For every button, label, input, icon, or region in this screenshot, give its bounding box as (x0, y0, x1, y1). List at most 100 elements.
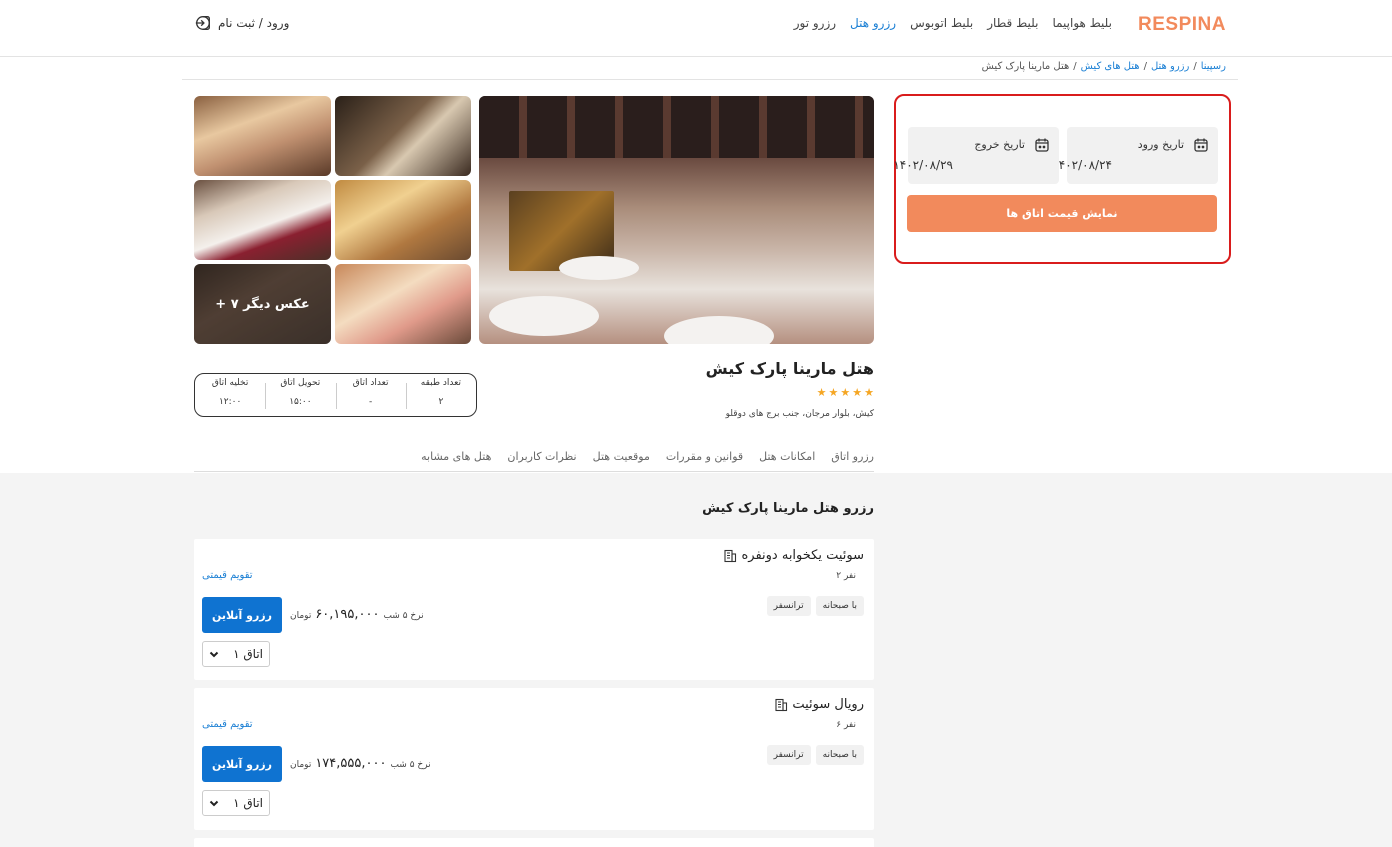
checkin-label: تاریخ ورود (1137, 138, 1184, 151)
checkin-value: ۱۴۰۲/۰۸/۲۴ (1052, 158, 1112, 172)
hotel-photo-thumbnail[interactable] (194, 96, 331, 176)
room-name-label: سوئیت یکخوابه دونفره (741, 548, 864, 563)
building-icon (724, 549, 737, 562)
price-unit: تومان (290, 611, 312, 621)
room-price: نرخ ۵ شب ۱۷۴,۵۵۵,۰۰۰ تومان (290, 756, 431, 771)
room-capacity: ۲ نفر (836, 571, 856, 581)
info-value: ۲ (438, 397, 444, 407)
tab-similar-hotels[interactable]: هتل های مشابه (421, 450, 491, 463)
info-checkout-time: تخلیه اتاق ۱۲:۰۰ (195, 374, 265, 416)
divider (182, 79, 1238, 80)
hotel-photo-thumbnail[interactable] (194, 180, 331, 260)
breadcrumb: رسپینا / رزرو هتل / هتل های کیش / هتل ما… (982, 61, 1226, 72)
price-prefix: نرخ ۵ شب (383, 611, 424, 621)
divider (194, 471, 874, 472)
info-value: ۱۲:۰۰ (218, 397, 242, 407)
room-tag: ترانسفر (766, 596, 811, 616)
room-card: سوئیت یکخوابه دونفره ۲ نفر با صبحانه ترا… (194, 539, 874, 680)
star-icon: ★ (852, 386, 863, 399)
more-photos-label: + ۷ عکس دیگر (194, 264, 331, 344)
hotel-address: کیش، بلوار مرجان، جنب برج های دوقلو (725, 409, 874, 419)
chevron-down-icon (209, 651, 219, 658)
price-prefix: نرخ ۵ شب (390, 760, 431, 770)
price-calendar-link[interactable]: تقویم قیمتی (202, 719, 253, 730)
room-tag: با صبحانه (815, 596, 864, 616)
hotel-title: هتل مارینا پارک کیش (705, 359, 874, 378)
room-name: رویال سوئیت (774, 697, 864, 712)
info-rooms: تعداد اتاق - (335, 374, 406, 416)
checkout-label: تاریخ خروج (974, 138, 1025, 151)
nav-item-flight[interactable]: بلیط هواپیما (1052, 16, 1112, 30)
info-key: تعداد طبقه (420, 378, 461, 388)
room-tag: با صبحانه (815, 745, 864, 765)
room-count-value: ۱ اتاق (233, 796, 263, 810)
calendar-icon (1194, 138, 1208, 152)
login-label: ورود / ثبت نام (218, 16, 290, 30)
breadcrumb-current: هتل مارینا پارک کیش (981, 61, 1070, 72)
chevron-down-icon (209, 800, 219, 807)
star-icon: ★ (828, 386, 839, 399)
breadcrumb-separator: / (1073, 61, 1077, 72)
room-tags: با صبحانه ترانسفر (766, 745, 864, 765)
room-count-value: ۱ اتاق (233, 647, 263, 661)
book-online-button[interactable]: رزرو آنلاین (202, 746, 282, 782)
nav-item-train[interactable]: بلیط قطار (987, 16, 1038, 30)
nav-item-hotel[interactable]: رزرو هتل (850, 16, 896, 30)
more-photos-tile[interactable]: + ۷ عکس دیگر (194, 264, 331, 344)
hotel-star-rating: ★ ★ ★ ★ ★ (817, 386, 874, 399)
breadcrumb-separator: / (1193, 61, 1197, 72)
room-price: نرخ ۵ شب ۶۰,۱۹۵,۰۰۰ تومان (290, 607, 424, 622)
hotel-info-box: تعداد طبقه ۲ تعداد اتاق - تحویل اتاق ۱۵:… (194, 373, 477, 417)
room-name: سوئیت یکخوابه دونفره (723, 548, 864, 563)
tab-facilities[interactable]: امکانات هتل (759, 450, 815, 463)
room-capacity: ۶ نفر (836, 720, 856, 730)
hotel-tabs: رزرو اتاق امکانات هتل قوانین و مقررات مو… (421, 450, 874, 463)
star-icon: ★ (864, 386, 874, 399)
site-header: RESPINA بلیط هواپیما بلیط قطار بلیط اتوب… (0, 0, 1392, 57)
info-value: ۱۵:۰۰ (289, 397, 312, 407)
tab-rules[interactable]: قوانین و مقررات (666, 450, 743, 463)
main-nav: بلیط هواپیما بلیط قطار بلیط اتوبوس رزرو … (794, 16, 1112, 30)
breadcrumb-separator: / (1143, 61, 1147, 72)
calendar-icon (1035, 138, 1049, 152)
nav-item-bus[interactable]: بلیط اتوبوس (910, 16, 973, 30)
hotel-photo-thumbnail[interactable] (335, 180, 471, 260)
hotel-photo-thumbnail[interactable] (335, 264, 471, 344)
info-floors: تعداد طبقه ۲ (405, 374, 476, 416)
tab-location[interactable]: موقعیت هتل (593, 450, 650, 463)
checkout-value: ۱۴۰۲/۰۸/۲۹ (893, 158, 953, 172)
login-button[interactable]: ورود / ثبت نام (194, 14, 289, 32)
room-tag: ترانسفر (766, 745, 811, 765)
tab-room-reservation[interactable]: رزرو اتاق (831, 450, 874, 463)
price-amount: ۶۰,۱۹۵,۰۰۰ (315, 607, 380, 622)
info-value: - (369, 397, 373, 407)
room-count-select[interactable]: ۱ اتاق (202, 641, 270, 667)
building-icon (775, 698, 788, 711)
room-card (194, 838, 874, 847)
breadcrumb-hotel-reservation[interactable]: رزرو هتل (1151, 61, 1189, 72)
star-icon: ★ (840, 386, 851, 399)
breadcrumb-home[interactable]: رسپینا (1201, 61, 1226, 72)
price-amount: ۱۷۴,۵۵۵,۰۰۰ (315, 756, 387, 771)
hotel-main-photo[interactable] (479, 96, 874, 344)
hotel-photo-thumbnail[interactable] (335, 96, 471, 176)
section-title: رزرو هتل مارینا پارک کیش (702, 501, 874, 516)
tab-reviews[interactable]: نظرات کاربران (507, 450, 576, 463)
info-key: تعداد اتاق (352, 378, 389, 388)
site-logo[interactable]: RESPINA (1138, 14, 1226, 36)
checkout-date-field[interactable]: تاریخ خروج ۱۴۰۲/۰۸/۲۹ (893, 127, 1059, 184)
star-icon: ★ (816, 386, 827, 399)
show-room-prices-button[interactable]: نمایش قیمت اتاق ها (907, 195, 1217, 232)
checkin-date-field[interactable]: تاریخ ورود ۱۴۰۲/۰۸/۲۴ (1052, 127, 1218, 184)
room-count-select[interactable]: ۱ اتاق (202, 790, 270, 816)
info-key: تحویل اتاق (280, 378, 321, 388)
info-key: تخلیه اتاق (211, 378, 249, 388)
room-name-label: رویال سوئیت (792, 697, 864, 712)
nav-item-tour[interactable]: رزرو تور (794, 16, 836, 30)
price-unit: تومان (290, 760, 312, 770)
info-checkin-time: تحویل اتاق ۱۵:۰۰ (265, 374, 335, 416)
book-online-button[interactable]: رزرو آنلاین (202, 597, 282, 633)
login-icon (195, 16, 210, 30)
breadcrumb-kish-hotels[interactable]: هتل های کیش (1081, 61, 1140, 72)
price-calendar-link[interactable]: تقویم قیمتی (202, 570, 253, 581)
